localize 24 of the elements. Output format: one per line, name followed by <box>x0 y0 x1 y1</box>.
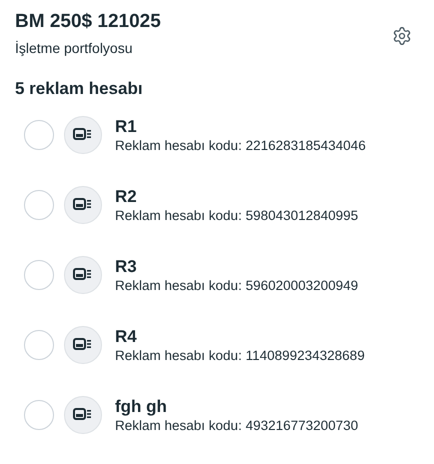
ad-account-icon <box>64 186 102 224</box>
ad-account-icon <box>64 256 102 294</box>
radio-button[interactable] <box>24 190 54 220</box>
account-name: fgh gh <box>115 396 168 416</box>
radio-button[interactable] <box>24 260 54 290</box>
radio-button[interactable] <box>24 120 54 150</box>
account-code: Reklam hesabı kodu: 598043012840995 <box>115 206 358 224</box>
account-code: Reklam hesabı kodu: 493216773200730 <box>115 416 358 434</box>
portfolio-subtitle: İşletme portfolyosu <box>15 39 134 58</box>
account-name: R3 <box>115 256 138 276</box>
account-name: R4 <box>115 326 138 346</box>
radio-button[interactable] <box>24 330 54 360</box>
account-code: Reklam hesabı kodu: 2216283185434046 <box>115 136 366 154</box>
section-title: 5 reklam hesabı <box>14 78 144 100</box>
account-code: Reklam hesabı kodu: 596020003200949 <box>115 276 358 294</box>
radio-button[interactable] <box>24 400 54 430</box>
account-name: R1 <box>115 116 138 136</box>
ad-account-icon <box>64 396 102 434</box>
portfolio-title: BM 250$ 121025 <box>15 10 161 34</box>
settings-icon <box>392 26 412 46</box>
ad-account-icon <box>64 326 102 364</box>
account-code: Reklam hesabı kodu: 1140899234328689 <box>115 346 365 364</box>
account-name: R2 <box>115 186 138 206</box>
ad-account-icon <box>64 116 102 154</box>
